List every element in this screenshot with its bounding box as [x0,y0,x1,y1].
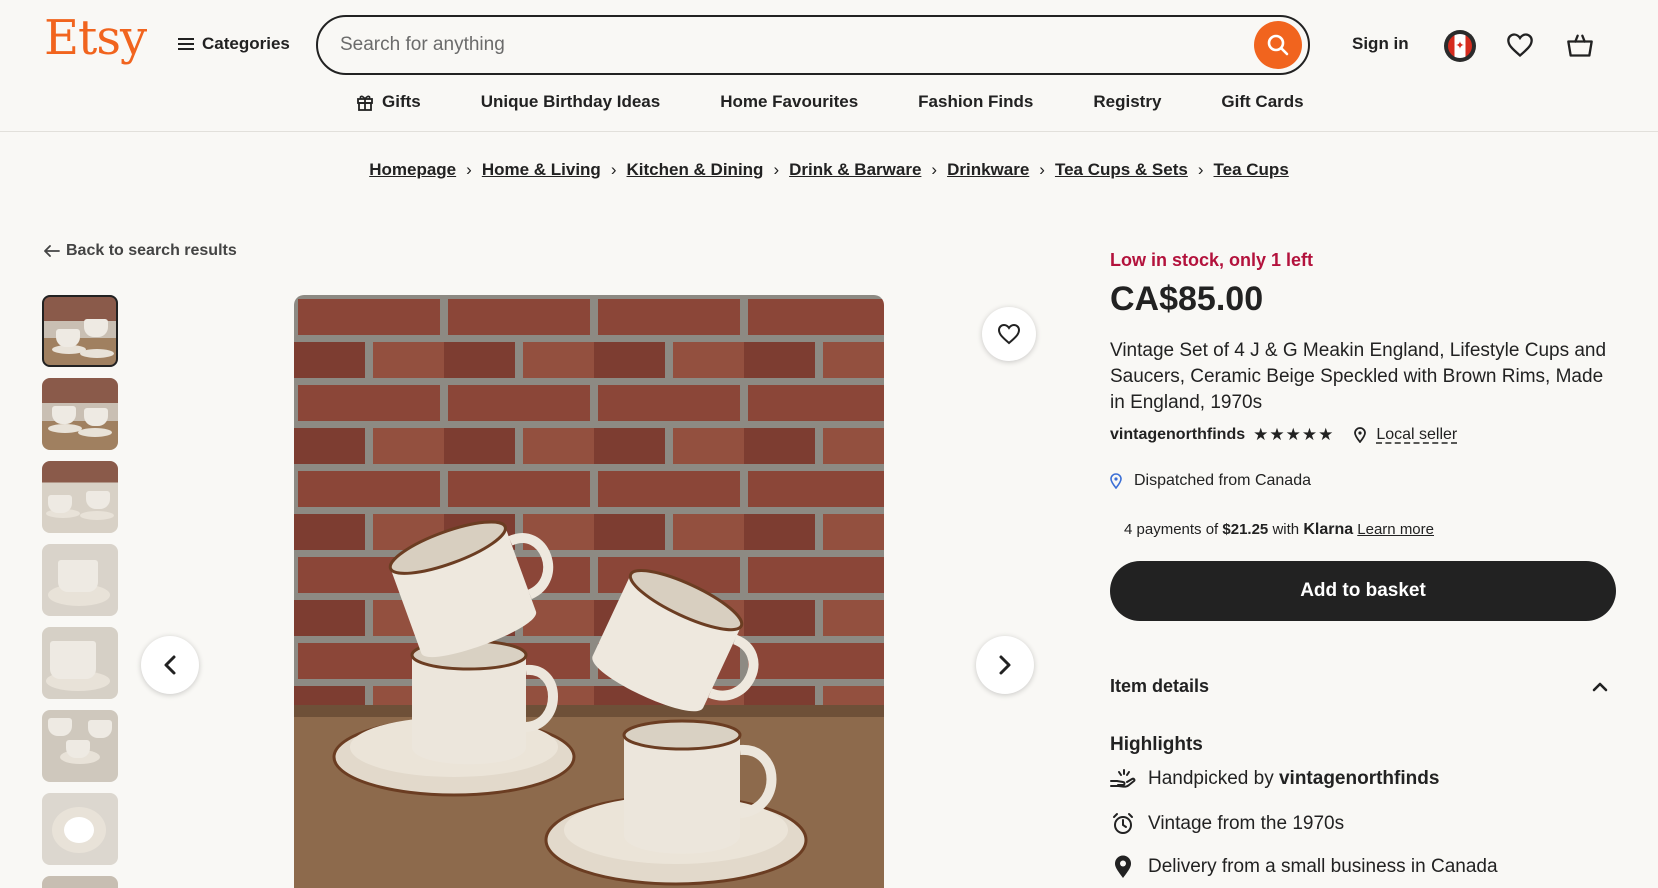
breadcrumb: Homepage › Home & Living › Kitchen & Dinin… [0,160,1658,180]
breadcrumb-item[interactable]: Home & Living [482,160,601,180]
thumbnail-list [42,295,118,888]
chevron-right-icon: › [1039,160,1045,179]
seller-info: vintagenorthfinds ★★★★★ Local seller [1110,425,1457,445]
favourite-item-button[interactable] [982,307,1036,361]
highlight-handpicked: Handpicked by vintagenorthfinds [1110,768,1439,790]
alarm-clock-icon [1110,812,1136,836]
back-to-results-link[interactable]: Back to search results [44,242,237,260]
location-pin-icon [1110,473,1122,489]
location-pin-icon [1110,855,1136,879]
breadcrumb-item[interactable]: Drinkware [947,160,1029,180]
add-to-basket-button[interactable]: Add to basket [1110,561,1616,621]
highlights-heading: Highlights [1110,734,1203,755]
handpicked-shop-name: vintagenorthfinds [1278,768,1440,789]
listing-title: Vintage Set of 4 J & G Meakin England, L… [1110,340,1607,413]
nav-registry[interactable]: Registry [1093,92,1161,112]
categories-button[interactable]: Categories [178,34,290,54]
stock-notice: Low in stock, only 1 left [1110,250,1314,270]
heart-icon [1507,33,1533,58]
product-photo [294,295,884,888]
hand-sparkle-icon [1110,768,1136,790]
search-input[interactable] [340,31,1220,59]
arrow-left-icon [44,245,60,257]
thumbnail-4[interactable] [42,544,118,616]
shop-name-link[interactable]: vintagenorthfinds [1110,426,1245,444]
nav-gifts[interactable]: Gifts [356,92,421,112]
breadcrumb-item[interactable]: Tea Cups [1214,160,1289,180]
product-main-image [294,295,884,888]
chevron-up-icon [1592,682,1608,691]
breadcrumb-item[interactable]: Tea Cups & Sets [1055,160,1188,180]
chevron-right-icon: › [610,160,617,179]
local-seller-label[interactable]: Local seller [1376,426,1457,444]
chevron-right-icon [999,655,1011,675]
site-header: Etsy Categories Sign in ✦ [0,0,1658,132]
klarna-payment-info: 4 payments of $21.25 with Klarna Learn m… [1124,521,1434,538]
klarna-learn-more-link[interactable]: Learn more [1357,521,1434,538]
favourites-button[interactable] [1506,32,1534,63]
chevron-left-icon [164,655,176,675]
basket-icon [1567,34,1593,57]
category-nav: Gifts Unique Birthday Ideas Home Favouri… [356,92,1304,112]
dispatch-info: Dispatched from Canada [1110,472,1311,490]
basket-button[interactable] [1566,32,1594,63]
chevron-right-icon: › [1197,160,1204,179]
nav-gift-cards[interactable]: Gift Cards [1221,92,1303,112]
next-image-button[interactable] [976,636,1034,694]
thumbnail-1[interactable] [42,295,118,367]
previous-image-button[interactable] [141,636,199,694]
search-button[interactable] [1254,21,1302,69]
chevron-right-icon: › [773,160,780,179]
breadcrumb-item[interactable]: Drink & Barware [789,160,921,180]
location-pin-icon [1354,427,1367,443]
thumbnail-6[interactable] [42,710,118,782]
price: CA$85.00 [1110,280,1264,318]
thumbnail-2[interactable] [42,378,118,450]
etsy-logo[interactable]: Etsy [44,10,147,66]
thumbnail-7[interactable] [42,793,118,865]
heart-icon [997,323,1021,345]
nav-fashion-finds[interactable]: Fashion Finds [918,92,1033,112]
local-seller-badge: Local seller [1354,426,1457,444]
canada-flag-icon: ✦ [1448,34,1472,58]
highlight-vintage: Vintage from the 1970s [1110,812,1344,836]
star-rating: ★★★★★ [1253,425,1335,444]
gift-icon [357,95,373,111]
menu-icon [178,38,194,50]
thumbnail-5[interactable] [42,627,118,699]
nav-unique-birthday-ideas[interactable]: Unique Birthday Ideas [481,92,660,112]
breadcrumb-item[interactable]: Homepage [369,160,456,180]
sign-in-link[interactable]: Sign in [1352,34,1409,54]
item-details-toggle[interactable]: Item details [1110,676,1616,697]
thumbnail-3[interactable] [42,461,118,533]
search-bar [316,15,1310,75]
thumbnail-8[interactable] [42,876,118,888]
categories-label: Categories [202,34,290,53]
klarna-logo: Klarna [1303,521,1354,538]
highlight-delivery: Delivery from a small business in Canada [1110,855,1498,879]
chevron-right-icon: › [931,160,938,179]
region-button[interactable]: ✦ [1444,30,1476,62]
search-icon [1267,34,1289,56]
breadcrumb-item[interactable]: Kitchen & Dining [627,160,764,180]
chevron-right-icon: › [466,160,472,179]
nav-home-favourites[interactable]: Home Favourites [720,92,858,112]
